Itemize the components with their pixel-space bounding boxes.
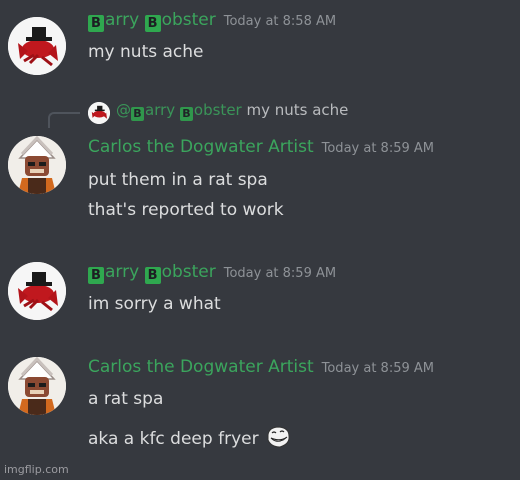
message-text: that's reported to work bbox=[88, 200, 284, 220]
reply-avatar bbox=[88, 102, 110, 124]
lobster-avatar-icon bbox=[8, 17, 66, 75]
name-badge: B bbox=[131, 107, 144, 121]
reply-connector bbox=[48, 112, 80, 128]
message-text: im sorry a what bbox=[88, 294, 221, 314]
message-text: put them in a rat spa bbox=[88, 170, 268, 190]
watermark: imgflip.com bbox=[4, 463, 69, 476]
name-badge: B bbox=[179, 107, 193, 121]
reply-reference[interactable]: @ Barry Bobster my nuts ache bbox=[48, 98, 518, 128]
author-name[interactable]: Carlos the Dogwater Artist bbox=[88, 137, 314, 157]
name-badge: B bbox=[88, 267, 104, 284]
reply-snippet: my nuts ache bbox=[246, 101, 349, 119]
author-name[interactable]: Barry Bobster bbox=[88, 10, 216, 32]
avatar-carlos[interactable] bbox=[8, 357, 66, 415]
message-header: Carlos the Dogwater Artist Today at 8:59 … bbox=[88, 357, 434, 381]
carlos-avatar-icon bbox=[8, 136, 66, 194]
avatar-barry[interactable] bbox=[8, 17, 66, 75]
timestamp[interactable]: Today at 8:59 AM bbox=[322, 361, 434, 376]
message-text: my nuts ache bbox=[88, 42, 204, 62]
timestamp[interactable]: Today at 8:59 AM bbox=[322, 141, 434, 156]
avatar-carlos[interactable] bbox=[8, 136, 66, 194]
message-header: Barry Bobster Today at 8:59 AM bbox=[88, 262, 336, 286]
message-header: Carlos the Dogwater Artist Today at 8:59 … bbox=[88, 137, 434, 161]
lobster-avatar-icon bbox=[8, 262, 66, 320]
avatar-barry[interactable] bbox=[8, 262, 66, 320]
timestamp[interactable]: Today at 8:58 AM bbox=[224, 14, 336, 29]
author-name[interactable]: Barry Bobster bbox=[88, 262, 216, 284]
reply-text: @ Barry Bobster my nuts ache bbox=[116, 101, 348, 121]
name-badge: B bbox=[88, 15, 104, 32]
name-badge: B bbox=[144, 267, 161, 284]
author-name[interactable]: Carlos the Dogwater Artist bbox=[88, 357, 314, 377]
message-text: a rat spa bbox=[88, 389, 164, 409]
name-badge: B bbox=[144, 15, 161, 32]
carlos-avatar-icon bbox=[8, 357, 66, 415]
lobster-avatar-icon bbox=[88, 102, 110, 124]
message-header: Barry Bobster Today at 8:58 AM bbox=[88, 10, 336, 34]
trollface-icon[interactable] bbox=[265, 426, 291, 448]
timestamp[interactable]: Today at 8:59 AM bbox=[224, 266, 336, 281]
message-text: aka a kfc deep fryer bbox=[88, 426, 291, 449]
reply-mention[interactable]: @ Barry Bobster bbox=[116, 101, 242, 121]
